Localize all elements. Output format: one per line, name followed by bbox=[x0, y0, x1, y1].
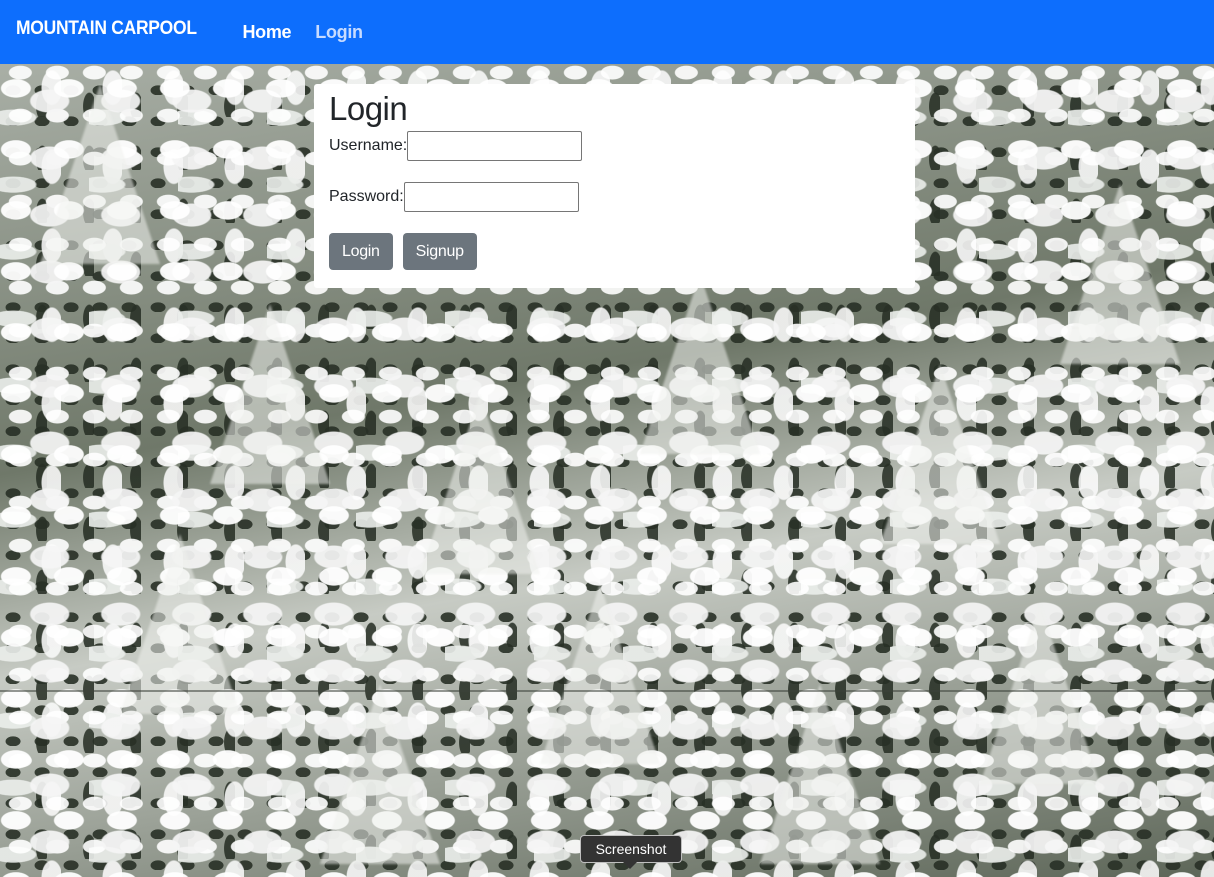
password-input[interactable] bbox=[403, 182, 579, 212]
login-button[interactable]: Login bbox=[329, 233, 393, 270]
button-row: Login Signup bbox=[329, 233, 900, 270]
password-row: Password: bbox=[329, 182, 900, 212]
nav-links: Home Login bbox=[230, 22, 374, 43]
username-row: Username: bbox=[329, 131, 900, 161]
screenshot-tooltip: Screenshot bbox=[580, 835, 682, 863]
tooltip-arrow bbox=[623, 862, 637, 869]
nav-link-login[interactable]: Login bbox=[303, 22, 374, 43]
nav-link-home[interactable]: Home bbox=[230, 22, 303, 43]
username-input[interactable] bbox=[407, 131, 583, 161]
brand-link[interactable]: MOUNTAIN CARPOOL bbox=[16, 18, 197, 40]
image-seam bbox=[0, 690, 1214, 692]
login-card: Login Username: Password: Login Signup bbox=[314, 84, 915, 288]
password-label: Password: bbox=[329, 188, 404, 205]
signup-button[interactable]: Signup bbox=[402, 233, 477, 270]
navbar: MOUNTAIN CARPOOL Home Login bbox=[0, 0, 1214, 64]
username-label: Username: bbox=[329, 137, 408, 154]
login-title: Login bbox=[329, 90, 408, 127]
